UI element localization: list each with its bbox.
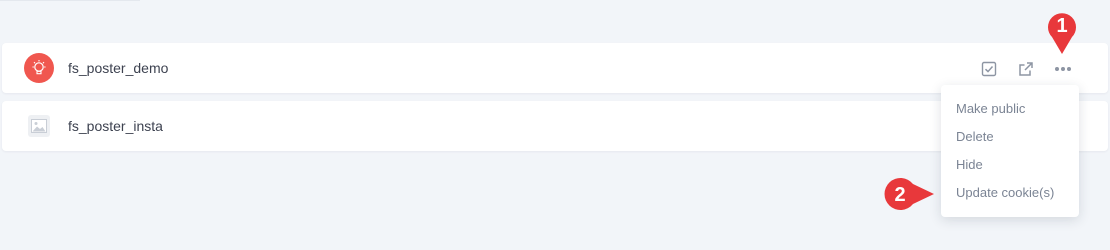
checkbox-icon[interactable] xyxy=(980,60,998,78)
menu-item-hide[interactable]: Hide xyxy=(956,157,983,172)
annotation-marker-2: 2 xyxy=(884,178,934,210)
annotation-marker-1: 1 xyxy=(1048,13,1076,55)
bulb-avatar-icon xyxy=(24,53,54,83)
external-link-icon[interactable] xyxy=(1017,60,1035,78)
menu-item-make-public[interactable]: Make public xyxy=(956,101,1025,116)
more-options-menu: Make public Delete Hide Update cookie(s) xyxy=(941,85,1079,217)
menu-item-update-cookies[interactable]: Update cookie(s) xyxy=(956,185,1054,200)
account-name: fs_poster_insta xyxy=(68,118,163,134)
top-divider xyxy=(0,0,140,5)
image-placeholder-icon xyxy=(28,115,50,137)
menu-item-delete[interactable]: Delete xyxy=(956,129,994,144)
marker-1-label: 1 xyxy=(1056,15,1067,37)
account-name: fs_poster_demo xyxy=(68,60,169,76)
marker-2-label: 2 xyxy=(894,184,905,206)
more-dots-icon[interactable] xyxy=(1054,60,1072,78)
